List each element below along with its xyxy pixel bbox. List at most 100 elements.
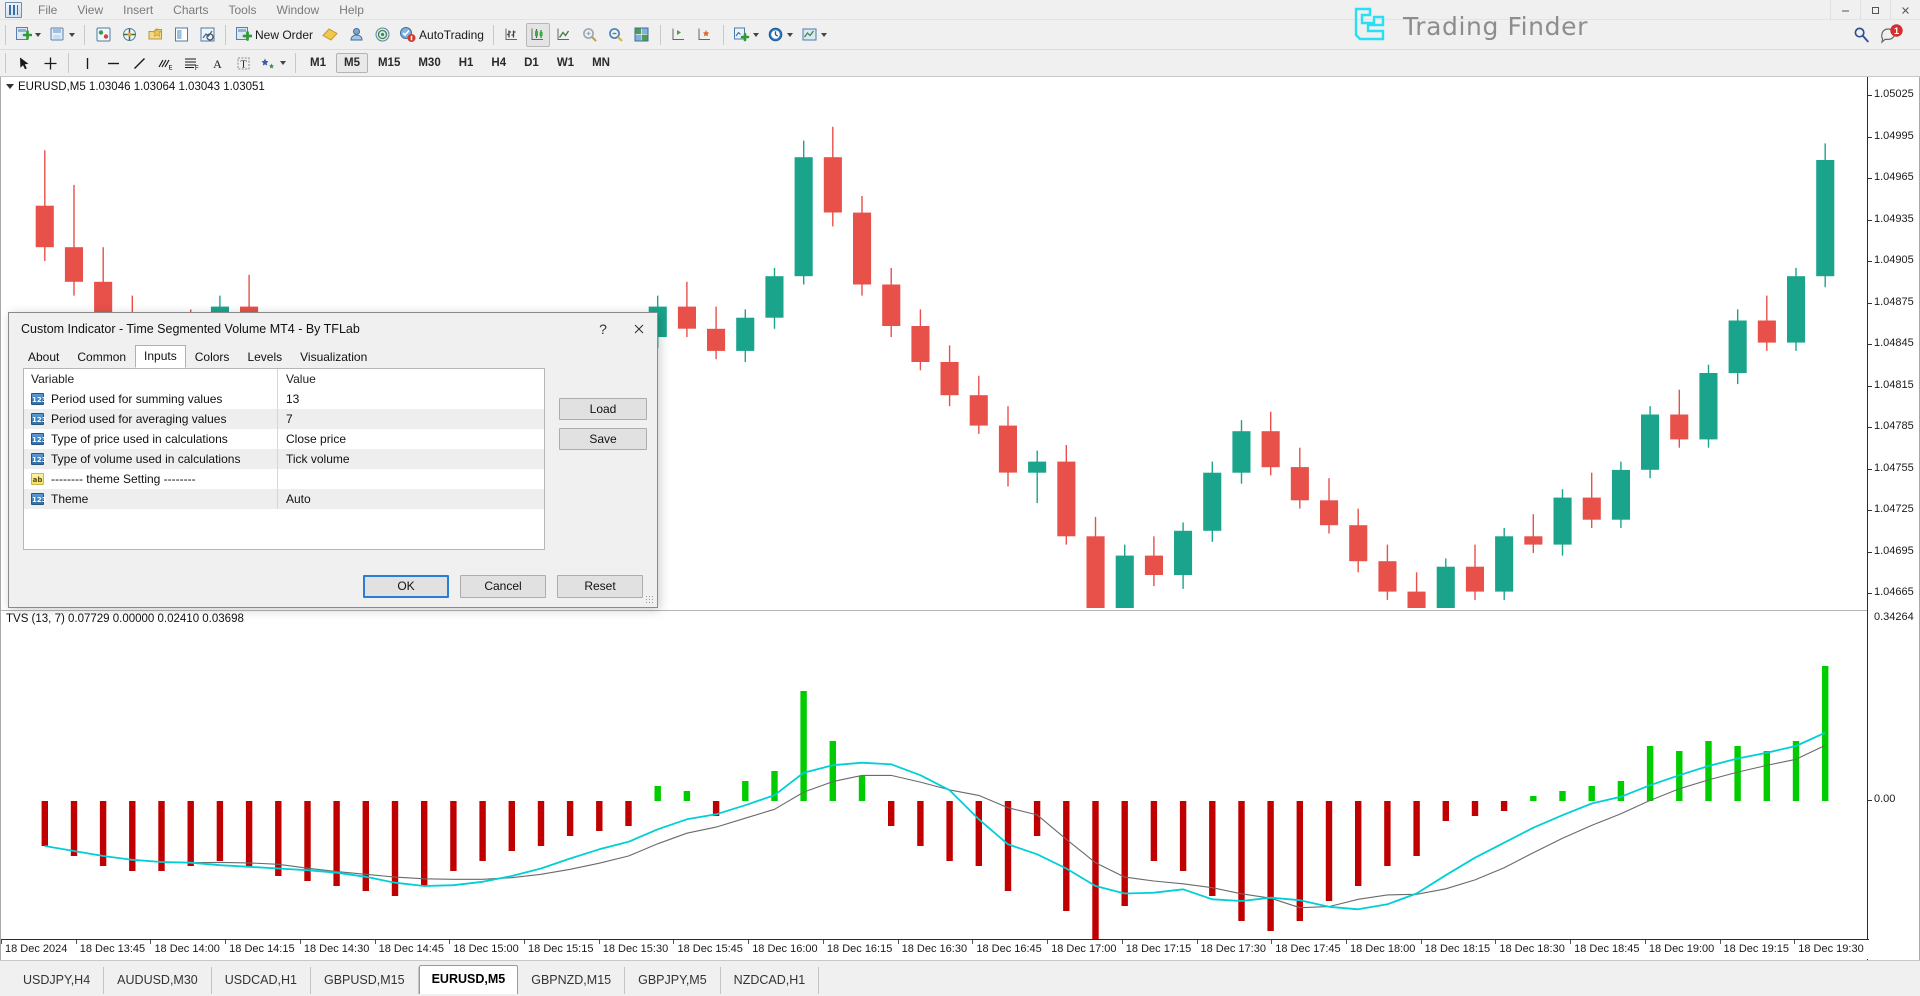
value-cell[interactable]: Close price <box>277 429 544 449</box>
chart-tab[interactable]: AUDUSD,M30 <box>104 967 212 994</box>
candlestick-chart-button[interactable] <box>526 23 550 47</box>
grid-row[interactable]: 123Period used for averaging values7 <box>24 409 544 429</box>
chart-tab[interactable]: NZDCAD,H1 <box>721 967 820 994</box>
tab-common[interactable]: Common <box>68 346 135 368</box>
grid-row[interactable]: ab-------- theme Setting -------- <box>24 469 544 489</box>
strategy-tester-button[interactable] <box>195 23 219 47</box>
menu-item-tools[interactable]: Tools <box>219 1 267 19</box>
bar-chart-button[interactable] <box>500 23 524 47</box>
horizontal-line-tool-button[interactable] <box>101 51 125 75</box>
notifications-icon[interactable]: 1 <box>1876 23 1908 47</box>
data-window-button[interactable] <box>169 23 193 47</box>
fibonacci-tool-button[interactable]: F <box>179 51 203 75</box>
chevron-down-icon[interactable] <box>821 33 827 37</box>
timeframe-mn[interactable]: MN <box>584 53 618 73</box>
crosshair-tool-button[interactable] <box>38 51 62 75</box>
timeframe-h4[interactable]: H4 <box>483 53 514 73</box>
menu-item-view[interactable]: View <box>67 1 113 19</box>
zoom-out-button[interactable] <box>604 23 628 47</box>
help-button[interactable]: ? <box>585 314 621 345</box>
value-cell[interactable] <box>277 469 544 489</box>
trendline-tool-button[interactable] <box>127 51 151 75</box>
grid-row[interactable]: 123Type of volume used in calculationsTi… <box>24 449 544 469</box>
signals-button[interactable] <box>370 23 394 47</box>
timeframe-w1[interactable]: W1 <box>549 53 582 73</box>
zoom-in-button[interactable] <box>578 23 602 47</box>
timeframe-d1[interactable]: D1 <box>516 53 547 73</box>
new-order-button[interactable]: New Order <box>232 23 316 47</box>
value-cell[interactable]: 13 <box>277 389 544 409</box>
vertical-line-tool-button[interactable] <box>75 51 99 75</box>
indicators-button[interactable] <box>730 23 762 47</box>
chevron-down-icon[interactable] <box>753 33 759 37</box>
tab-levels[interactable]: Levels <box>238 346 291 368</box>
chevron-down-icon[interactable] <box>280 61 286 65</box>
value-cell[interactable]: Auto <box>277 489 544 509</box>
custom-indicator-dialog[interactable]: Custom Indicator - Time Segmented Volume… <box>8 312 658 608</box>
chart-tab[interactable]: EURUSD,M5 <box>419 965 519 994</box>
dialog-title-bar[interactable]: Custom Indicator - Time Segmented Volume… <box>9 313 657 345</box>
chart-tab[interactable]: USDCAD,H1 <box>212 967 311 994</box>
menu-item-charts[interactable]: Charts <box>163 1 218 19</box>
inputs-grid[interactable]: Variable Value 123Period used for summin… <box>23 368 545 550</box>
tab-visualization[interactable]: Visualization <box>291 346 376 368</box>
close-button[interactable] <box>1890 0 1920 20</box>
chart-dropdown-icon[interactable] <box>6 84 14 89</box>
save-button[interactable]: Save <box>559 428 647 450</box>
menu-item-insert[interactable]: Insert <box>113 1 163 19</box>
time-axis[interactable]: 18 Dec 202418 Dec 13:4518 Dec 14:0018 De… <box>1 939 1869 959</box>
dialog-resize-handle[interactable] <box>645 595 655 605</box>
profiles-button[interactable] <box>46 23 78 47</box>
grid-row[interactable]: 123Period used for summing values13 <box>24 389 544 409</box>
navigator-button[interactable] <box>117 23 141 47</box>
menu-item-window[interactable]: Window <box>267 1 330 19</box>
chart-tab[interactable]: USDJPY,H4 <box>10 967 104 994</box>
price-axis[interactable]: 1.050251.049951.049651.049351.049051.048… <box>1867 77 1919 996</box>
period-button[interactable] <box>764 23 796 47</box>
timeframe-m1[interactable]: M1 <box>302 53 334 73</box>
timeframe-h1[interactable]: H1 <box>451 53 482 73</box>
cursor-tool-button[interactable] <box>12 51 36 75</box>
text-tool-button[interactable]: A <box>205 51 229 75</box>
maximize-button[interactable] <box>1860 0 1890 20</box>
templates-button[interactable] <box>798 23 830 47</box>
reset-button[interactable]: Reset <box>557 575 643 598</box>
tab-inputs[interactable]: Inputs <box>135 345 186 368</box>
timeframe-m15[interactable]: M15 <box>370 53 408 73</box>
value-cell[interactable]: Tick volume <box>277 449 544 469</box>
text-label-tool-button[interactable]: T <box>231 51 255 75</box>
shapes-tool-button[interactable] <box>257 51 289 75</box>
grid-row[interactable]: 123Type of price used in calculationsClo… <box>24 429 544 449</box>
autotrading-button[interactable]: AutoTrading <box>396 23 487 47</box>
new-chart-button[interactable] <box>12 23 44 47</box>
chart-tab[interactable]: GBPNZD,M15 <box>518 967 625 994</box>
terminal-button[interactable] <box>143 23 167 47</box>
ok-button[interactable]: OK <box>363 575 449 598</box>
line-chart-button[interactable] <box>552 23 576 47</box>
metaeditor-button[interactable] <box>318 23 342 47</box>
value-cell[interactable]: 7 <box>277 409 544 429</box>
chevron-down-icon[interactable] <box>787 33 793 37</box>
grid-row[interactable]: 123ThemeAuto <box>24 489 544 509</box>
tab-about[interactable]: About <box>19 346 68 368</box>
elliott-wave-tool-button[interactable]: E <box>153 51 177 75</box>
timeframe-m5[interactable]: M5 <box>336 53 368 73</box>
load-button[interactable]: Load <box>559 398 647 420</box>
menu-item-help[interactable]: Help <box>329 1 374 19</box>
chart-tab[interactable]: GBPUSD,M15 <box>311 967 419 994</box>
expert-advisors-button[interactable] <box>344 23 368 47</box>
tile-windows-button[interactable] <box>630 23 654 47</box>
chart-shift-button[interactable] <box>667 23 691 47</box>
tab-colors[interactable]: Colors <box>186 346 239 368</box>
search-icon[interactable] <box>1849 23 1874 47</box>
cancel-button[interactable]: Cancel <box>460 575 546 598</box>
market-watch-button[interactable] <box>91 23 115 47</box>
timeframe-m30[interactable]: M30 <box>410 53 448 73</box>
menu-item-file[interactable]: File <box>28 1 67 19</box>
chevron-down-icon[interactable] <box>69 33 75 37</box>
dialog-close-button[interactable] <box>621 314 657 345</box>
auto-scroll-button[interactable] <box>693 23 717 47</box>
chart-tab[interactable]: GBPJPY,M5 <box>625 967 721 994</box>
minimize-button[interactable] <box>1830 0 1860 20</box>
chevron-down-icon[interactable] <box>35 33 41 37</box>
